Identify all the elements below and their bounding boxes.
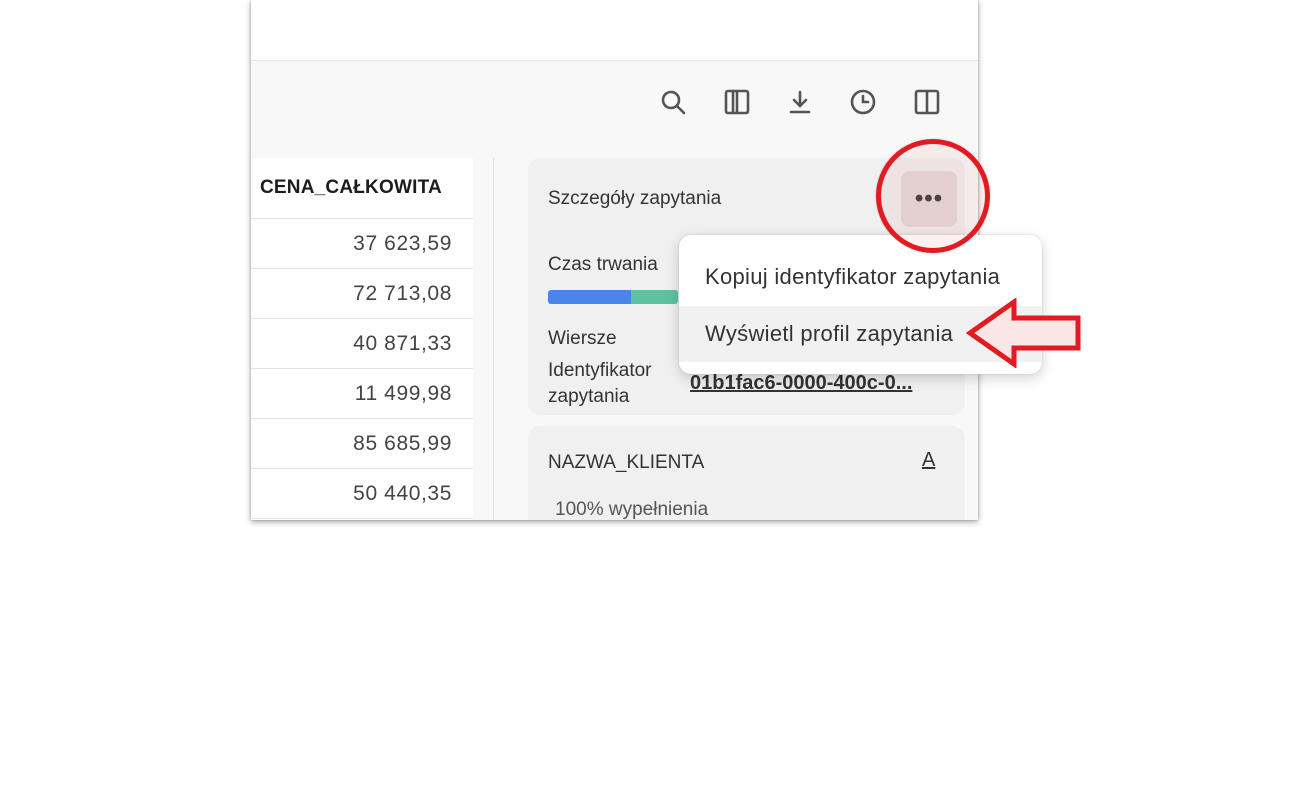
column-name: NAZWA_KLIENTA: [548, 452, 705, 473]
table-row[interactable]: 50 440,35: [251, 469, 473, 519]
table-row[interactable]: 11 499,98: [251, 369, 473, 419]
highlight-circle: [876, 139, 990, 253]
top-bar: [251, 0, 978, 61]
fill-percentage: 100% wypełnienia: [555, 499, 709, 520]
column-stats-card: NAZWA_KLIENTA A 100% wypełnienia: [528, 426, 965, 520]
history-icon[interactable]: [848, 87, 878, 117]
cell-value: 11 499,98: [354, 381, 452, 405]
cell-value: 72 713,08: [353, 281, 452, 305]
results-table: CENA_CAŁKOWITA 37 623,59 72 713,08 40 87…: [251, 158, 473, 520]
text-type-icon: A: [922, 449, 936, 471]
column-header[interactable]: CENA_CAŁKOWITA: [251, 158, 473, 219]
menu-item-label: Kopiuj identyfikator zapytania: [705, 264, 1001, 289]
duration-bar: [548, 290, 678, 304]
duration-label: Czas trwania: [548, 254, 658, 275]
query-id-label: Identyfikator: [548, 360, 652, 381]
cell-value: 85 685,99: [353, 431, 452, 455]
table-row[interactable]: 72 713,08: [251, 269, 473, 319]
query-id-link[interactable]: 01b1fac6-0000-400c-0...: [690, 372, 912, 395]
columns-icon[interactable]: [722, 87, 752, 117]
cell-value: 50 440,35: [353, 481, 452, 505]
menu-item-copy-query-id[interactable]: Kopiuj identyfikator zapytania: [679, 249, 1042, 305]
search-icon[interactable]: [658, 87, 688, 117]
download-icon[interactable]: [785, 87, 815, 117]
query-id-label-line2: zapytania: [548, 386, 630, 407]
panel-divider[interactable]: [493, 158, 494, 520]
sidebar-toggle-icon[interactable]: [912, 87, 942, 117]
column-header-label: CENA_CAŁKOWITA: [260, 177, 442, 198]
table-row[interactable]: 85 685,99: [251, 419, 473, 469]
rows-label: Wiersze: [548, 328, 617, 349]
duration-bar-segment-execute: [631, 290, 678, 304]
cell-value: 37 623,59: [353, 231, 452, 255]
menu-item-label: Wyświetl profil zapytania: [705, 321, 954, 346]
query-details-title: Szczegóły zapytania: [548, 188, 722, 209]
pointer-arrow-icon: [966, 298, 1081, 368]
table-row[interactable]: 40 871,33: [251, 319, 473, 369]
duration-bar-segment-compile: [548, 290, 631, 304]
cell-value: 40 871,33: [353, 331, 452, 355]
table-row[interactable]: 37 623,59: [251, 219, 473, 269]
